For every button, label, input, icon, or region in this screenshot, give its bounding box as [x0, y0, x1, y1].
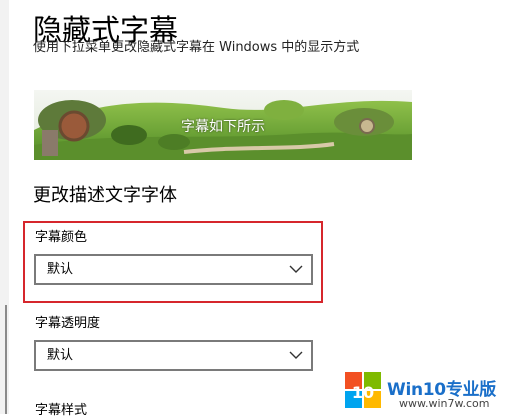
caption-style-label: 字幕样式 — [35, 403, 88, 418]
chevron-down-icon — [289, 265, 303, 273]
watermark-site: www.win7w.com — [399, 397, 490, 410]
page-description-text: 使用下拉菜单更改隐藏式字幕在 Windows 中的显示方式 — [33, 40, 360, 53]
preview-caption: 字幕如下所示 — [181, 119, 265, 135]
left-scrollbar[interactable] — [0, 0, 9, 414]
site-watermark: 10 Win10专业版 www.win7w.com — [343, 370, 506, 414]
caption-color-dropdown[interactable]: 默认 — [34, 254, 313, 285]
page-description: 使用下拉菜单更改隐藏式字幕在 Windows 中的显示方式 — [33, 39, 433, 53]
caption-transparency-dropdown[interactable]: 默认 — [34, 340, 313, 371]
caption-color-label: 字幕颜色 — [35, 230, 88, 245]
caption-transparency-value: 默认 — [47, 348, 74, 363]
caption-preview: 字幕如下所示 — [34, 90, 412, 160]
section-title: 更改描述文字字体 — [33, 185, 177, 206]
chevron-down-icon — [289, 351, 303, 359]
caption-transparency-label: 字幕透明度 — [35, 316, 101, 331]
scrollbar-thumb[interactable] — [5, 305, 7, 414]
caption-color-value: 默认 — [47, 262, 74, 277]
windows-logo-icon: 10 — [345, 372, 381, 408]
logo-digits: 10 — [352, 383, 374, 402]
